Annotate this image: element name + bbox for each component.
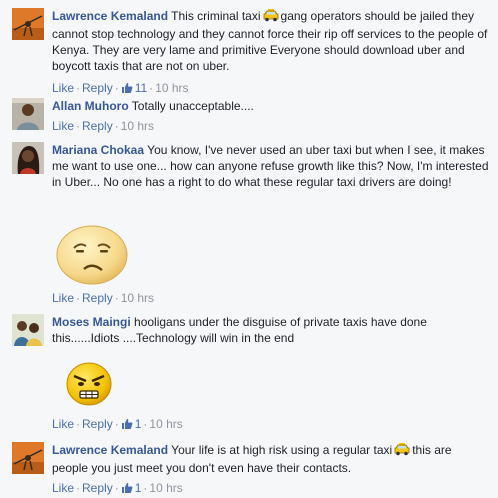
like-button[interactable]: Like: [52, 291, 74, 305]
thumbs-up-icon: [121, 418, 133, 434]
avatar-image: [12, 8, 44, 40]
comment-time[interactable]: 10 hrs: [149, 481, 182, 495]
avatar[interactable]: [12, 314, 44, 346]
like-count[interactable]: 11: [121, 81, 147, 95]
comment-author[interactable]: Mariana Chokaa: [52, 143, 144, 157]
comments-feed: Lawrence Kemaland This criminal taxi gang…: [0, 0, 498, 497]
comment-author[interactable]: Lawrence Kemaland: [52, 9, 168, 23]
taxi-icon: [263, 9, 279, 26]
like-count[interactable]: 1: [121, 417, 141, 434]
reply-button[interactable]: Reply: [82, 291, 113, 305]
avatar-image: [12, 314, 44, 346]
reply-button[interactable]: Reply: [82, 81, 113, 95]
comment-time[interactable]: 10 hrs: [121, 119, 154, 133]
taxi-icon: [394, 443, 410, 460]
like-count-value: 11: [134, 81, 148, 95]
avatar[interactable]: [12, 442, 44, 474]
comment-actions: Like · Reply · 1 · 10 hrs: [52, 416, 183, 434]
avatar[interactable]: [12, 8, 44, 40]
comment-actions: Like · Reply · 11 · 10 hrs: [52, 80, 490, 98]
reply-button[interactable]: Reply: [82, 417, 113, 431]
reply-button[interactable]: Reply: [82, 119, 113, 133]
avatar-image: [12, 142, 44, 174]
comment-text: Allan Muhoro Totally unacceptable....: [52, 98, 490, 114]
angry-face-sticker: [64, 360, 114, 411]
avatar-image: [12, 98, 44, 130]
avatar[interactable]: [12, 98, 44, 130]
thumbs-up-icon: [121, 82, 133, 98]
comment-time[interactable]: 10 hrs: [155, 81, 188, 95]
comment-text: Mariana Chokaa You know, I've never used…: [52, 142, 490, 190]
like-button[interactable]: Like: [52, 481, 74, 495]
comment-text: Lawrence Kemaland Your life is at high r…: [52, 442, 490, 476]
avatar[interactable]: [12, 142, 44, 174]
comment-author[interactable]: Lawrence Kemaland: [52, 443, 168, 457]
comment-time[interactable]: 10 hrs: [149, 417, 182, 431]
avatar-image: [12, 442, 44, 474]
comment-text: Lawrence Kemaland This criminal taxi gang…: [52, 8, 490, 74]
like-button[interactable]: Like: [52, 417, 74, 431]
comment-text-part: Your life is at high risk using a regula…: [171, 443, 393, 457]
comment-time[interactable]: 10 hrs: [121, 291, 154, 305]
reply-button[interactable]: Reply: [82, 481, 113, 495]
sad-face-sticker: [54, 222, 130, 289]
like-button[interactable]: Like: [52, 119, 74, 133]
thumbs-up-icon: [121, 482, 133, 498]
comment-actions: Like · Reply · 10 hrs: [52, 291, 155, 305]
comment-text-part: Totally unacceptable....: [131, 99, 254, 113]
like-button[interactable]: Like: [52, 81, 74, 95]
comment-text: Moses Maingi hooligans under the disguis…: [52, 314, 490, 346]
comment-actions: Like · Reply · 1 · 10 hrs: [52, 480, 490, 498]
like-count[interactable]: 1: [121, 481, 141, 498]
comment-actions: Like · Reply · 10 hrs: [52, 119, 155, 133]
comment-text-part: This criminal taxi: [171, 9, 261, 23]
comment-author[interactable]: Moses Maingi: [52, 315, 131, 329]
comment-author[interactable]: Allan Muhoro: [52, 99, 129, 113]
